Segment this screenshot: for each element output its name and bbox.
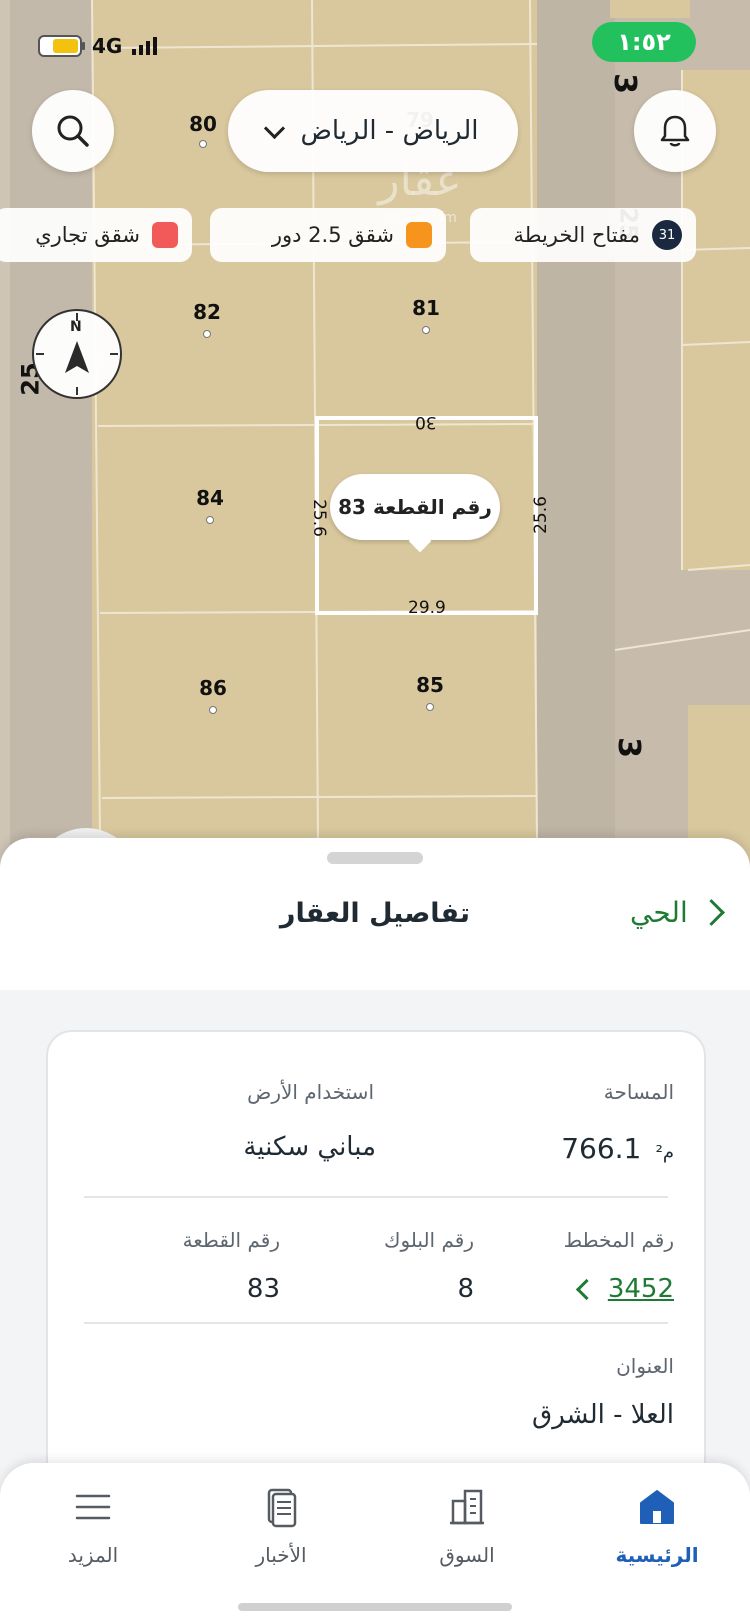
neighborhood-label: الحي xyxy=(630,896,688,929)
dimension-top: 30 xyxy=(415,412,437,432)
city-selector[interactable]: الرياض - الرياض xyxy=(228,90,518,172)
plan-number-value: 3452 xyxy=(607,1274,674,1304)
block-number-label: رقم البلوك xyxy=(383,1228,474,1252)
neighborhood-back-button[interactable]: الحي xyxy=(630,896,725,929)
network-type: 4G xyxy=(92,34,123,58)
map-key-count-badge: 31 xyxy=(652,220,682,250)
bottom-navigation: الرئيسية السوق الأخبار المزيد xyxy=(0,1463,750,1621)
address-label: العنوان xyxy=(616,1354,674,1378)
plot-number: 84 xyxy=(196,486,224,510)
nav-market[interactable]: السوق xyxy=(392,1485,542,1567)
dimension-left: 25.6 xyxy=(308,499,329,537)
nav-more[interactable]: المزيد xyxy=(18,1485,168,1567)
nav-news-label: الأخبار xyxy=(255,1543,307,1567)
battery-level xyxy=(53,39,78,53)
chevron-right-icon xyxy=(697,899,725,926)
dimension-right: 25.6 xyxy=(530,496,551,534)
map-key-label: مفتاح الخريطة xyxy=(513,223,640,247)
legend-label: شقق 2.5 دور xyxy=(271,223,394,247)
signal-icon xyxy=(132,37,158,55)
plot-number: 85 xyxy=(416,673,444,697)
notifications-button[interactable] xyxy=(634,90,716,172)
plot-number-value: 83 xyxy=(246,1274,280,1304)
plot-number-label: رقم القطعة xyxy=(182,1228,280,1252)
building-icon xyxy=(450,1489,484,1525)
selected-plot-label: رقم القطعة 83 xyxy=(338,495,492,519)
compass-button[interactable]: N xyxy=(32,309,122,399)
area-value: م² 766.1 xyxy=(561,1132,674,1165)
legend-chip-commercial-apartments[interactable]: شقق تجاري xyxy=(0,208,192,262)
home-indicator xyxy=(238,1603,512,1611)
compass-north-label: N xyxy=(70,319,82,335)
chevron-left-icon xyxy=(575,1278,597,1300)
address-value: العلا - الشرق xyxy=(532,1400,674,1430)
land-use-label: استخدام الأرض xyxy=(247,1080,374,1104)
map-key-chip[interactable]: 31 مفتاح الخريطة xyxy=(470,208,696,262)
plan-number-label: رقم المخطط xyxy=(563,1228,674,1252)
plot-number: 82 xyxy=(193,300,221,324)
search-icon xyxy=(57,115,89,147)
plan-number-link[interactable]: 3452 xyxy=(575,1274,674,1304)
plot-number: 86 xyxy=(199,676,227,700)
plot-number: 81 xyxy=(412,296,440,320)
legend-color-swatch xyxy=(406,222,432,248)
sheet-drag-handle[interactable] xyxy=(327,852,423,864)
legend-label: شقق تجاري xyxy=(35,223,140,247)
divider xyxy=(84,1196,668,1198)
city-selector-label: الرياض - الرياض xyxy=(300,116,479,146)
legend-chip-apartments-2-5[interactable]: شقق 2.5 دور xyxy=(210,208,446,262)
nav-more-label: المزيد xyxy=(67,1543,119,1567)
news-icon xyxy=(267,1488,297,1528)
plot-marker xyxy=(426,703,434,711)
area-unit: م² xyxy=(655,1142,674,1163)
block-number-value: 8 xyxy=(457,1274,474,1304)
area-label: المساحة xyxy=(603,1080,674,1104)
plot-marker xyxy=(422,326,430,334)
sheet-title: تفاصيل العقار xyxy=(279,898,470,929)
menu-icon xyxy=(75,1494,111,1520)
plot-marker xyxy=(206,516,214,524)
street-label: 3 xyxy=(606,73,642,94)
plot-marker xyxy=(203,330,211,338)
plot-marker xyxy=(199,140,207,148)
nav-news[interactable]: الأخبار xyxy=(206,1485,356,1567)
dimension-bottom: 29.9 xyxy=(408,598,446,618)
search-button[interactable] xyxy=(32,90,114,172)
status-bar-left: 4G xyxy=(38,34,158,58)
nav-home-label: الرئيسية xyxy=(615,1543,699,1567)
nav-market-label: السوق xyxy=(439,1543,495,1567)
status-time: ١:٥٢ xyxy=(592,22,696,62)
selected-plot-callout[interactable]: رقم القطعة 83 xyxy=(330,474,500,540)
street-label: 3 xyxy=(610,737,646,758)
land-use-value: مباني سكنية xyxy=(243,1132,376,1162)
legend-color-swatch xyxy=(152,222,178,248)
home-icon xyxy=(640,1490,674,1524)
plot-marker xyxy=(209,706,217,714)
divider xyxy=(84,1322,668,1324)
nav-home[interactable]: الرئيسية xyxy=(582,1485,732,1567)
chevron-down-icon xyxy=(264,117,286,139)
battery-icon xyxy=(38,35,85,57)
bell-icon xyxy=(660,115,690,147)
plot-number: 80 xyxy=(189,112,217,136)
